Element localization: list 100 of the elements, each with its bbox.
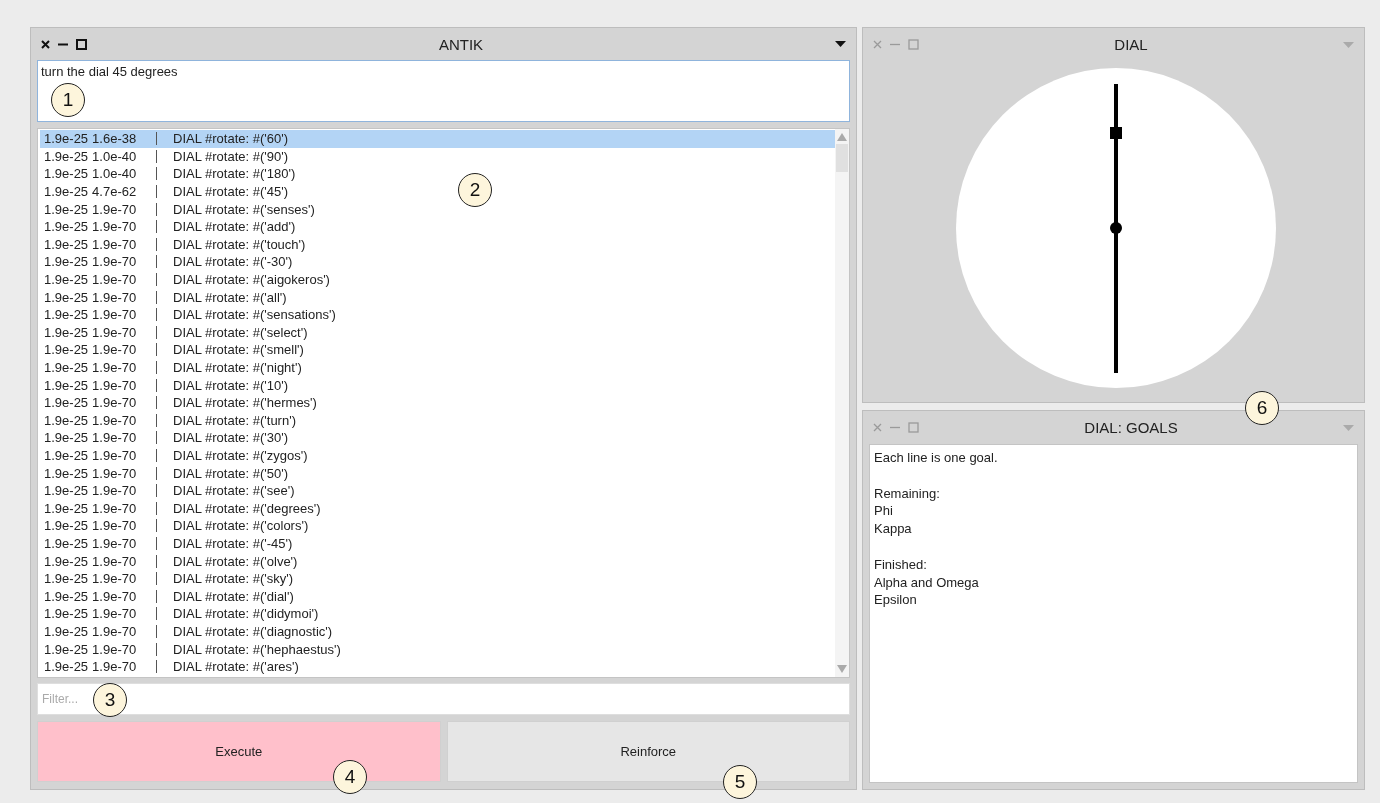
dropdown-caret-icon[interactable]: [835, 41, 846, 47]
command-text: DIAL #rotate: #('-30'): [173, 254, 293, 270]
result-row[interactable]: 1.9e-25 1.9e-70 DIAL #rotate: #('all'): [40, 288, 835, 306]
probability-value: 1.9e-70: [92, 606, 137, 622]
result-row[interactable]: 1.9e-25 1.9e-70 DIAL #rotate: #('degrees'): [40, 499, 835, 518]
scroll-up-icon[interactable]: [837, 133, 847, 141]
scrollbar[interactable]: [835, 129, 849, 677]
command-text: DIAL #rotate: #('90'): [173, 148, 289, 164]
window-title: ANTIK: [437, 35, 485, 53]
command-text: DIAL #rotate: #('turn'): [173, 412, 296, 428]
command-text: DIAL #rotate: #('colors'): [173, 518, 309, 534]
scroll-down-icon[interactable]: [837, 665, 847, 673]
result-row[interactable]: 1.9e-25 1.9e-70 DIAL #rotate: #('diagnostic'): [40, 622, 835, 641]
probability-value: 1.9e-25: [44, 377, 89, 393]
probability-value: 1.9e-25: [44, 535, 89, 551]
probability-value: 1.9e-70: [92, 307, 137, 323]
window-title: DIAL: [1113, 36, 1149, 53]
probability-value: 1.9e-70: [92, 377, 137, 393]
result-row[interactable]: 1.9e-25 1.9e-70 DIAL #rotate: #('-30'): [40, 253, 835, 271]
probability-value: 1.0e-40: [92, 148, 137, 164]
probability-value: 1.9e-70: [92, 342, 137, 358]
scroll-thumb[interactable]: [836, 144, 848, 172]
command-text: DIAL #rotate: #('60'): [173, 131, 289, 147]
command-text: DIAL #rotate: #('olve'): [173, 553, 298, 569]
result-row[interactable]: 1.9e-25 1.9e-70 DIAL #rotate: #('smell'): [40, 341, 835, 359]
command-text: DIAL #rotate: #('zygos'): [173, 448, 308, 463]
result-row[interactable]: 1.9e-25 1.9e-70 DIAL #rotate: #('sky'): [40, 569, 835, 588]
probability-value: 1.9e-70: [92, 500, 137, 516]
result-row[interactable]: 1.9e-25 1.9e-70 DIAL #rotate: #('turn'): [40, 411, 835, 430]
probability-value: 1.9e-25: [44, 430, 89, 446]
section-heading: Remaining:: [874, 484, 941, 503]
probability-value: 1.9e-25: [44, 254, 89, 270]
command-text: DIAL #rotate: #('aigokeros'): [173, 272, 330, 288]
probability-value: 1.9e-25: [44, 307, 89, 323]
probability-value: 1.9e-70: [92, 272, 137, 288]
probability-value: 1.9e-25: [44, 553, 89, 569]
command-text: DIAL #rotate: #('-45'): [173, 535, 293, 551]
probability-value: 1.9e-70: [92, 236, 137, 252]
probability-value: 1.9e-25: [44, 588, 89, 604]
probability-value: 1.9e-25: [44, 518, 89, 534]
probability-value: 1.9e-70: [92, 360, 137, 375]
probability-value: 1.9e-25: [44, 571, 89, 587]
result-row[interactable]: 1.9e-25 1.9e-70 DIAL #rotate: #('zygos'): [40, 446, 835, 465]
probability-value: 1.9e-25: [44, 412, 89, 428]
probability-value: 1.9e-70: [92, 623, 137, 639]
result-row[interactable]: 1.9e-25 1.9e-70 DIAL #rotate: #('night'): [40, 358, 835, 377]
command-text: DIAL #rotate: #('50'): [173, 465, 289, 481]
probability-value: 1.9e-70: [92, 588, 137, 604]
command-text: DIAL #rotate: #('degrees'): [173, 500, 321, 516]
probability-value: 1.9e-25: [44, 184, 89, 200]
command-text: DIAL #rotate: #('sky'): [173, 571, 294, 587]
probability-value: 1.9e-70: [92, 535, 137, 551]
probability-value: 1.9e-70: [92, 254, 137, 270]
result-row[interactable]: 1.9e-25 1.9e-70 DIAL #rotate: #('-45'): [40, 534, 835, 553]
maximize-icon[interactable]: [76, 38, 87, 50]
section-heading: Finished:: [874, 555, 928, 574]
command-text: DIAL #rotate: #('see'): [173, 483, 295, 499]
probability-value: 1.9e-70: [92, 201, 137, 217]
probability-value: 1.9e-25: [44, 342, 89, 358]
result-row[interactable]: 1.9e-25 1.9e-70 DIAL #rotate: #('hephaestus'): [40, 640, 835, 658]
result-row[interactable]: 1.9e-25 1.9e-70 DIAL #rotate: #('50'): [40, 464, 835, 482]
probability-value: 1.9e-70: [92, 219, 137, 235]
command-text: DIAL #rotate: #('diagnostic'): [173, 623, 333, 639]
command-text: DIAL #rotate: #('hephaestus'): [173, 641, 341, 657]
probability-value: 1.9e-25: [44, 500, 89, 516]
result-row[interactable]: 1.9e-25 1.9e-70 DIAL #rotate: #('10'): [40, 376, 835, 394]
result-row[interactable]: 1.9e-25 1.9e-70 DIAL #rotate: #('olve'): [40, 552, 835, 570]
probability-value: 1.9e-25: [44, 623, 89, 639]
result-row[interactable]: 1.9e-25 1.9e-70 DIAL #rotate: #('sensations'): [40, 305, 835, 324]
result-row[interactable]: 1.9e-25 1.9e-70 DIAL #rotate: #('hermes'): [40, 393, 835, 412]
result-row[interactable]: 1.9e-25 1.9e-70 DIAL #rotate: #('30'): [40, 429, 835, 447]
window-title: DIAL: GOALS: [1083, 419, 1179, 436]
result-row[interactable]: 1.9e-25 1.0e-40 DIAL #rotate: #('90'): [40, 147, 835, 166]
close-icon[interactable]: [41, 39, 50, 49]
command-text: DIAL #rotate: #('all'): [173, 289, 287, 305]
probability-value: 1.9e-70: [92, 641, 137, 657]
result-row[interactable]: 1.9e-25 1.9e-70 DIAL #rotate: #('add'): [40, 217, 835, 236]
result-row[interactable]: 1.9e-25 1.9e-70 DIAL #rotate: #('didymoi'): [40, 605, 835, 623]
result-row[interactable]: 1.9e-25 1.9e-70 DIAL #rotate: #('colors'): [40, 517, 835, 535]
command-text: DIAL #rotate: #('senses'): [173, 201, 315, 217]
probability-value: 1.9e-25: [44, 236, 89, 252]
probability-value: 1.9e-25: [44, 201, 89, 217]
result-row[interactable]: 1.9e-25 1.9e-70 DIAL #rotate: #('ares'): [40, 657, 835, 676]
probability-value: 1.9e-70: [92, 553, 137, 569]
probability-value: 1.9e-70: [92, 571, 137, 587]
result-row[interactable]: 1.9e-25 1.9e-70 DIAL #rotate: #('touch'): [40, 235, 835, 254]
result-row[interactable]: 1.9e-25 1.9e-70 DIAL #rotate: #('see'): [40, 481, 835, 500]
command-text: DIAL #rotate: #('sensations'): [173, 307, 336, 323]
result-row[interactable]: 1.9e-25 1.6e-38 DIAL #rotate: #('60'): [40, 130, 835, 148]
goals-intro: Each line is one goal.: [874, 449, 999, 467]
command-text: DIAL #rotate: #('180'): [173, 166, 296, 182]
probability-value: 1.9e-70: [92, 412, 137, 428]
result-row[interactable]: 1.9e-25 1.9e-70 DIAL #rotate: #('select'): [40, 323, 835, 342]
result-row[interactable]: 1.9e-25 1.9e-70 DIAL #rotate: #('aigokeros'): [40, 270, 835, 289]
probability-value: 1.9e-25: [44, 395, 89, 411]
probability-value: 1.9e-25: [44, 448, 89, 463]
probability-value: 1.0e-40: [92, 166, 137, 182]
probability-value: 1.9e-25: [44, 606, 89, 622]
result-row[interactable]: 1.9e-25 1.9e-70 DIAL #rotate: #('dial'): [40, 587, 835, 606]
probability-value: 1.9e-70: [92, 289, 137, 305]
